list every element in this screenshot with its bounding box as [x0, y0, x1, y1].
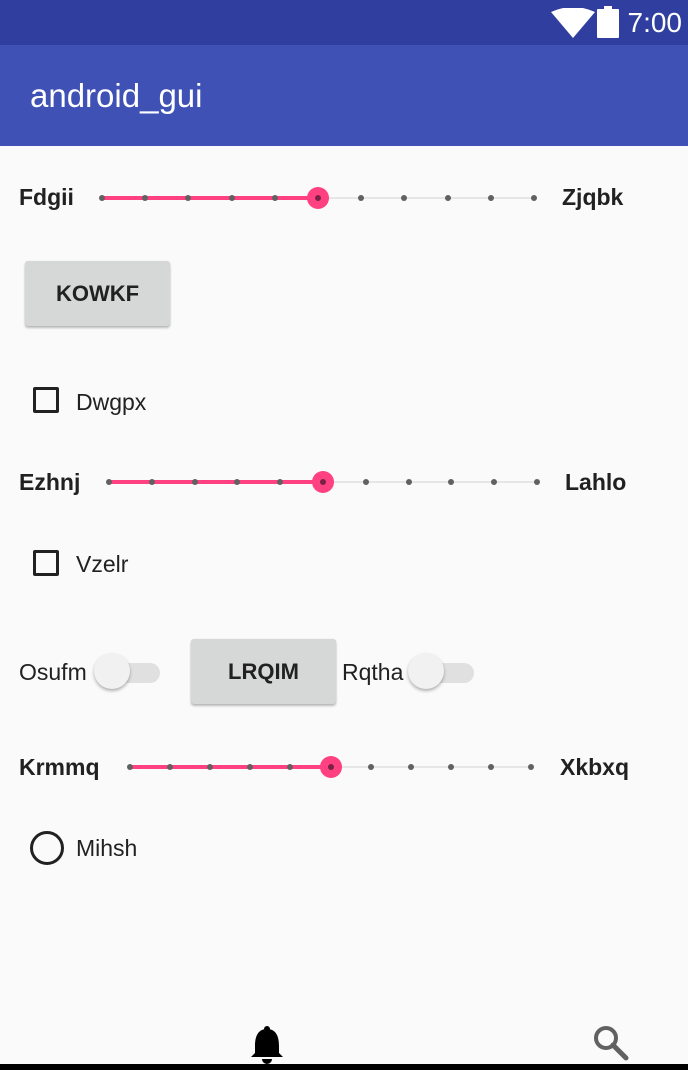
kowkf-button[interactable]: KOWKF [25, 261, 170, 326]
bottom-bar [0, 1064, 688, 1070]
seekbar-tick [362, 479, 369, 485]
seekbar-tick [534, 479, 540, 485]
seekbar-progress [109, 480, 323, 484]
seekbar-3-right-label: Xkbxq [560, 754, 630, 780]
seekbar-tick [448, 479, 455, 485]
seekbar-tick [271, 195, 278, 201]
seekbar-tick [287, 764, 294, 770]
seekbar-tick [207, 764, 214, 770]
osufm-switch[interactable] [94, 651, 160, 691]
seekbar-tick [487, 195, 494, 201]
status-bar: 7:00 [0, 0, 688, 45]
rqtha-label: Rqtha [342, 659, 404, 685]
switch-thumb [408, 653, 444, 689]
seekbar-thumb[interactable] [312, 471, 334, 493]
seekbar-tick [247, 764, 254, 770]
seekbar-tick [487, 764, 494, 770]
seekbar-tick [234, 479, 241, 485]
seekbar-3[interactable] [127, 752, 534, 782]
mihsh-radio[interactable] [30, 831, 64, 865]
app-bar: android_gui [0, 45, 688, 146]
seekbar-tick [127, 764, 133, 770]
seekbar-tick [99, 195, 105, 201]
seekbar-tick [358, 195, 365, 201]
battery-icon [597, 6, 619, 38]
vzelr-checkbox[interactable] [33, 550, 59, 576]
seekbar-tick [491, 479, 498, 485]
seekbar-tick [528, 764, 534, 770]
seekbar-3-left-label: Krmmq [19, 754, 100, 780]
app-title: android_gui [30, 77, 203, 114]
lrqim-button[interactable]: LRQIM [191, 639, 336, 704]
seekbar-1-left-label: Fdgii [19, 184, 74, 210]
dwgpx-label: Dwgpx [76, 389, 147, 415]
seekbar-tick [367, 764, 374, 770]
seekbar-2-right-label: Lahlo [565, 469, 627, 495]
seekbar-tick [531, 195, 537, 201]
seekbar-tick [185, 195, 192, 201]
seekbar-2-left-label: Ezhnj [19, 469, 81, 495]
seekbar-1[interactable] [99, 183, 537, 213]
search-icon[interactable] [593, 1025, 629, 1061]
seekbar-tick [277, 479, 284, 485]
seekbar-thumb[interactable] [307, 187, 329, 209]
seekbar-2[interactable] [106, 467, 540, 497]
seekbar-tick [444, 195, 451, 201]
vzelr-label: Vzelr [76, 551, 129, 577]
bell-icon[interactable] [250, 1026, 284, 1064]
seekbar-tick [228, 195, 235, 201]
seekbar-tick [401, 195, 408, 201]
wifi-icon [551, 8, 595, 38]
seekbar-tick [407, 764, 414, 770]
dwgpx-checkbox[interactable] [33, 387, 59, 413]
seekbar-tick [167, 764, 174, 770]
seekbar-tick [148, 479, 155, 485]
rqtha-switch[interactable] [408, 651, 474, 691]
switch-thumb [94, 653, 130, 689]
seekbar-progress [102, 196, 318, 200]
seekbar-tick [191, 479, 198, 485]
seekbar-thumb[interactable] [319, 756, 342, 778]
mihsh-label: Mihsh [76, 835, 138, 861]
seekbar-tick [142, 195, 149, 201]
status-time: 7:00 [627, 7, 683, 38]
seekbar-tick [447, 764, 454, 770]
seekbar-1-right-label: Zjqbk [562, 184, 624, 210]
seekbar-progress [130, 765, 331, 769]
seekbar-tick [106, 479, 112, 485]
seekbar-tick [405, 479, 412, 485]
osufm-label: Osufm [19, 659, 87, 685]
